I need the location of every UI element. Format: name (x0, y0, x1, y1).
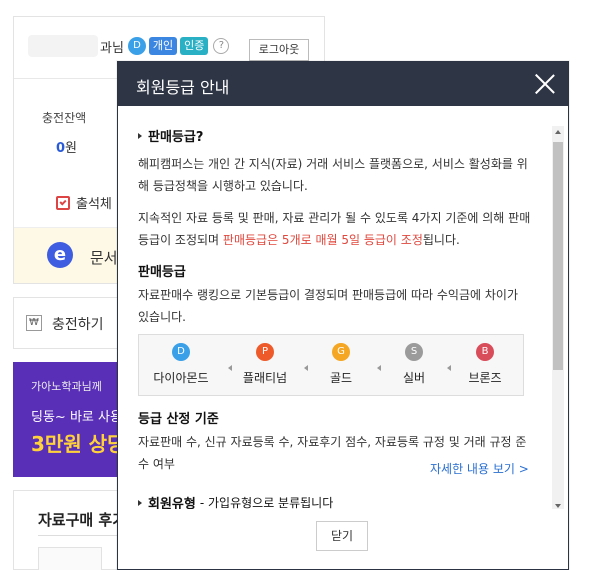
section-title: 회원유형 (148, 497, 196, 510)
balance-amount: 0 (56, 141, 66, 156)
view-details-link[interactable]: 자세한 내용 보기 > (430, 460, 529, 477)
modal-footer: 닫기 (118, 509, 568, 569)
grade-item-diamond: D 다이아몬드 (146, 343, 216, 386)
balance-label: 충전잔액 (42, 111, 87, 125)
member-grade-modal: 회원등급 안내 판매등급? 해피캠퍼스는 개인 간 지식(자료) 거래 서비스 … (117, 61, 569, 570)
won-icon: ₩ (26, 315, 42, 331)
logout-button[interactable]: 로그아웃 (249, 39, 309, 61)
blurred-username (28, 35, 98, 57)
charge-label: 충전하기 (52, 317, 104, 333)
attendance-label: 출석체 (76, 197, 112, 212)
user-name: 과님 D 개인 인증 ? (28, 35, 230, 57)
close-icon[interactable] (534, 73, 556, 95)
banner-line-3: 3만원 상당 (31, 432, 126, 456)
sales-grade-paragraph: 자료판매수 랭킹으로 기본등급이 결정되며 판매등급에 따라 수익금에 차이가 … (138, 288, 518, 324)
balance-unit: 원 (65, 141, 78, 156)
review-title: 자료구매 후기 (38, 511, 127, 529)
grade-label: 브론즈 (468, 371, 502, 385)
modal-header: 회원등급 안내 (118, 62, 568, 106)
section-title: 판매등급? (148, 130, 204, 145)
inquiry-label: 문서 (90, 249, 118, 267)
scroll-up-icon[interactable] (555, 130, 561, 134)
bullet-triangle-icon (138, 499, 142, 506)
paragraph-text: 됩니다. (422, 233, 460, 247)
diamond-icon: D (172, 343, 190, 361)
section-subtitle: - 가입유형으로 분류됩니다 (199, 496, 334, 510)
grade-label: 실버 (402, 371, 426, 385)
close-button[interactable]: 닫기 (316, 521, 368, 551)
modal-title: 회원등급 안내 (136, 78, 230, 97)
gold-icon: G (332, 343, 350, 361)
intro-paragraph: 해피캠퍼스는 개인 간 지식(자료) 거래 서비스 플랫폼으로, 서비스 활성화… (138, 157, 528, 193)
section-sales-grade: 판매등급 (138, 265, 186, 280)
scroll-down-icon[interactable] (555, 504, 561, 508)
grade-item-silver: S 실버 (379, 343, 449, 386)
banner-line-1: 가아노학과님께 (31, 380, 102, 393)
grade-item-gold: G 골드 (306, 343, 376, 386)
e-logo-icon: e (47, 242, 73, 268)
calendar-check-icon (56, 195, 70, 210)
personal-tag: 개인 (148, 37, 178, 55)
grade-label: 골드 (329, 371, 353, 385)
modal-body[interactable]: 판매등급? 해피캠퍼스는 개인 간 지식(자료) 거래 서비스 플랫폼으로, 서… (118, 106, 568, 510)
banner-line-2: 딩동~ 바로 사용 (31, 410, 122, 425)
balance-value: 0원 (56, 137, 77, 156)
modal-content: 판매등급? 해피캠퍼스는 개인 간 지식(자료) 거래 서비스 플랫폼으로, 서… (138, 126, 532, 510)
grade-list: D 다이아몬드 P 플래티넘 G 골드 S 실버 B 브론즈 (138, 334, 524, 396)
grade-label: 플래티넘 (242, 371, 288, 385)
user-name-suffix: 과님 (100, 40, 124, 56)
grade-adjust-paragraph: 지속적인 자료 등록 및 판매, 자료 관리가 될 수 있도록 4가지 기준에 … (138, 207, 532, 251)
grade-label: 다이아몬드 (153, 371, 209, 385)
grade-item-bronze: B 브론즈 (450, 343, 520, 386)
help-icon[interactable]: ? (213, 38, 230, 54)
section-sales-grade-question: 판매등급? (138, 126, 532, 145)
section-grade-criteria: 등급 산정 기준 (138, 412, 219, 427)
bullet-triangle-icon (138, 132, 142, 139)
grade-item-platinum: P 플래티넘 (230, 343, 300, 386)
highlight-text: 판매등급은 5개로 매월 5일 등급이 조정 (222, 233, 423, 247)
platinum-icon: P (256, 343, 274, 361)
section-member-type: 회원유형 - 가입유형으로 분류됩니다 (138, 493, 532, 510)
review-thumbnail[interactable] (38, 547, 102, 570)
diamond-grade-icon: D (127, 37, 146, 55)
silver-icon: S (405, 343, 423, 361)
bronze-icon: B (476, 343, 494, 361)
scroll-thumb[interactable] (553, 142, 563, 370)
attendance-check[interactable]: 출석체 (56, 193, 112, 212)
modal-scrollbar[interactable] (552, 126, 564, 512)
verified-tag: 인증 (180, 37, 209, 55)
